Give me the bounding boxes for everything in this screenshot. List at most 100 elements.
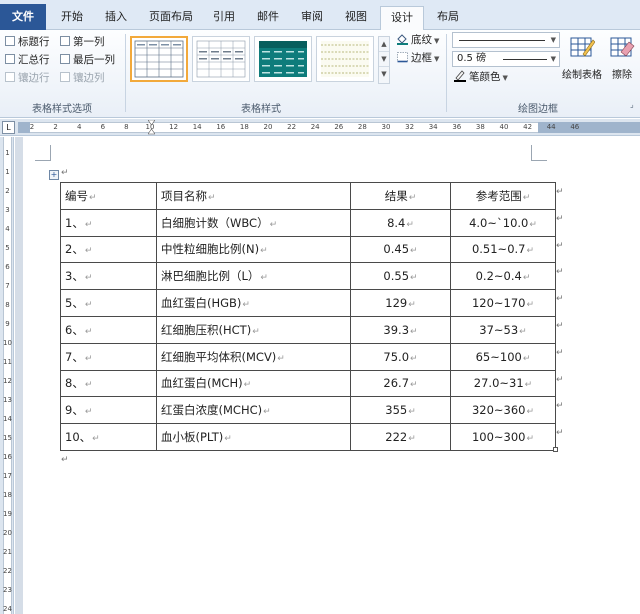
table-style-light-grid[interactable]	[192, 36, 250, 82]
data-cell[interactable]: 9、↵	[60, 396, 157, 425]
data-cell[interactable]: 26.7↵	[350, 369, 451, 398]
data-cell[interactable]: 血红蛋白(HGB)↵	[156, 289, 351, 317]
horizontal-ruler[interactable]: L 2 2 4 6 8 10 12 14 16 18 20 22 24 26 28 30 32 34 36 38 40 4…	[0, 119, 640, 136]
data-cell[interactable]: 白细胞计数（WBC）↵	[156, 208, 351, 237]
data-cell[interactable]: 8.4↵	[350, 208, 451, 237]
table-style-olive-dashed[interactable]	[316, 36, 374, 82]
line-weight-dropdown[interactable]: 0.5 磅 ▼	[452, 51, 560, 67]
data-cell[interactable]: 7、↵	[60, 342, 157, 371]
scroll-down-icon[interactable]: ▼	[379, 52, 389, 67]
tab-layout[interactable]: 布局	[426, 6, 470, 30]
data-cell[interactable]: 75.0↵	[350, 342, 451, 371]
data-cell[interactable]: 4.0~`10.0↵	[450, 208, 556, 237]
data-cell[interactable]: 65~100↵	[450, 342, 556, 371]
cell-text: 9、	[65, 403, 84, 418]
data-cell[interactable]: 血小板(PLT)↵	[156, 423, 351, 451]
header-cell[interactable]: 结果↵	[350, 182, 451, 210]
header-cell[interactable]: 项目名称↵	[156, 182, 351, 210]
ruler-tick-label: 23	[3, 586, 12, 594]
data-cell[interactable]: 320~360↵	[450, 396, 556, 425]
data-cell[interactable]: 10、↵	[60, 423, 157, 451]
tab-view[interactable]: 视图	[336, 6, 376, 30]
total-row-checkbox[interactable]: 汇总行	[5, 53, 50, 67]
lab-results-table[interactable]: 编号↵ 项目名称↵ 结果↵ 参考范围↵ 1、↵ 白细胞计数（WBC）↵ 8.4↵ 4.0~`1…	[60, 182, 556, 451]
ruler-tick-label: 9	[5, 320, 10, 328]
tab-page-layout[interactable]: 页面布局	[140, 6, 202, 30]
last-column-checkbox[interactable]: 最后一列	[60, 53, 115, 67]
data-cell[interactable]: 5、↵	[60, 289, 157, 317]
tab-mailings[interactable]: 邮件	[248, 6, 288, 30]
data-cell[interactable]: 0.55↵	[350, 262, 451, 291]
line-style-dropdown[interactable]: ▼	[452, 32, 560, 48]
pen-color-button[interactable]: 笔颜色 ▼	[453, 69, 508, 85]
header-cell[interactable]: 参考范围↵	[450, 182, 556, 210]
data-cell[interactable]: 红蛋白浓度(MCHC)↵	[156, 396, 351, 425]
table-row: 6、↵ 红细胞压积(HCT)↵ 39.3↵ 37~53↵	[60, 315, 556, 344]
data-cell[interactable]: 红细胞平均体积(MCV)↵	[156, 342, 351, 371]
data-cell[interactable]: 37~53↵	[450, 315, 556, 344]
banded-columns-checkbox[interactable]: 镶边列	[60, 71, 105, 85]
styles-gallery-scroll[interactable]: ▲ ▼ ▼	[378, 36, 390, 84]
indent-marker-icon[interactable]	[147, 119, 156, 135]
ruler-tick-label: 18	[239, 123, 249, 131]
data-cell[interactable]: 血红蛋白(MCH)↵	[156, 369, 351, 398]
first-column-checkbox[interactable]: 第一列	[60, 35, 105, 49]
cell-text: 120~170	[471, 296, 526, 311]
data-cell[interactable]: 6、↵	[60, 315, 157, 344]
draw-table-button[interactable]: 绘制表格	[560, 34, 604, 81]
pen-color-label: 笔颜色	[469, 71, 501, 83]
tab-selector-icon[interactable]: L	[2, 121, 15, 134]
data-cell[interactable]: 0.2~0.4↵	[450, 262, 556, 291]
table-resize-handle[interactable]	[553, 447, 558, 452]
data-cell[interactable]: 355↵	[350, 396, 451, 425]
cell-text: 淋巴细胞比例（L）	[161, 269, 260, 284]
banded-rows-checkbox[interactable]: 镶边行	[5, 71, 50, 85]
data-cell[interactable]: 3、↵	[60, 262, 157, 291]
shading-button[interactable]: 底纹 ▼	[396, 32, 439, 48]
eraser-button[interactable]: 擦除	[606, 34, 638, 81]
data-cell[interactable]: 129↵	[350, 289, 451, 317]
data-cell[interactable]: 222↵	[350, 423, 451, 451]
gallery-more-icon[interactable]: ▼	[379, 67, 389, 82]
cell-end-mark: ↵	[410, 326, 418, 337]
borders-button[interactable]: 边框 ▼	[396, 50, 439, 66]
checkbox-icon	[60, 72, 70, 82]
data-cell[interactable]: 0.45↵	[350, 235, 451, 264]
data-cell[interactable]: 8、↵	[60, 369, 157, 398]
cell-end-mark: ↵	[260, 246, 268, 257]
dropdown-arrow-icon: ▼	[550, 36, 556, 44]
tab-review[interactable]: 审阅	[292, 6, 332, 30]
ruler-tick-label: 42	[523, 123, 533, 131]
data-cell[interactable]: 1、↵	[60, 208, 157, 237]
tab-references[interactable]: 引用	[204, 6, 244, 30]
document-page[interactable]: + ↵ 编号↵ 项目名称↵ 结果↵ 参考范围↵ 1、↵ 白细胞计数（WBC）↵ 8.4↵ 4.…	[23, 137, 640, 614]
tab-file[interactable]: 文件	[0, 4, 46, 30]
table-move-handle-icon[interactable]: +	[49, 170, 59, 180]
data-cell[interactable]: 中性粒细胞比例(N)↵	[156, 235, 351, 264]
table-style-teal[interactable]	[254, 36, 312, 82]
tab-design[interactable]: 设计	[380, 6, 424, 31]
data-cell[interactable]: 100~300↵	[450, 423, 556, 451]
cell-end-mark: ↵	[84, 219, 93, 230]
data-cell[interactable]: 39.3↵	[350, 315, 451, 344]
ruler-tick-label: 4	[5, 225, 10, 233]
ruler-tick-label: 24	[310, 123, 320, 131]
data-cell[interactable]: 0.51~0.7↵	[450, 235, 556, 264]
scroll-up-icon[interactable]: ▲	[379, 37, 389, 52]
dialog-launcher-icon[interactable]: ⌟	[630, 100, 634, 109]
table-styles-gallery	[130, 36, 376, 84]
header-cell[interactable]: 编号↵	[60, 182, 157, 210]
vertical-ruler[interactable]: 1 1 2 3 4 5 6 7 8 9 10 11 12 13 14 15 16 17 18 19 20 21 22 23 24	[0, 137, 14, 614]
data-cell[interactable]: 红细胞压积(HCT)↵	[156, 315, 351, 344]
data-cell[interactable]: 120~170↵	[450, 289, 556, 317]
tab-home[interactable]: 开始	[52, 6, 92, 30]
table-style-plain-grid[interactable]	[130, 36, 188, 82]
cell-end-mark: ↵	[524, 380, 533, 391]
header-row-checkbox[interactable]: 标题行	[5, 35, 50, 49]
tab-insert[interactable]: 插入	[96, 6, 136, 30]
cell-text: 8、	[65, 376, 84, 391]
data-cell[interactable]: 27.0~31↵	[450, 369, 556, 398]
data-cell[interactable]: 2、↵	[60, 235, 157, 264]
first-column-label: 第一列	[73, 36, 105, 48]
data-cell[interactable]: 淋巴细胞比例（L）↵	[156, 262, 351, 291]
